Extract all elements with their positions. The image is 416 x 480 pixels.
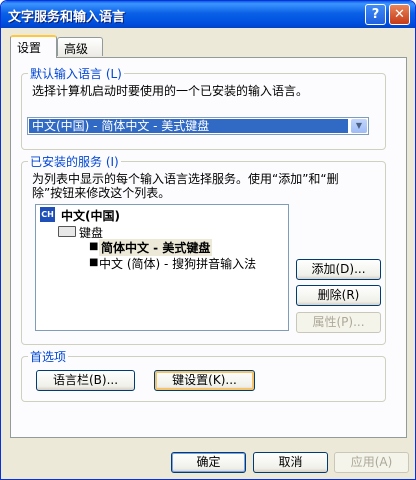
language-bar-button[interactable]: 语言栏(B)...: [36, 370, 135, 391]
default-language-selected-value: 中文(中国) - 简体中文 - 美式键盘: [29, 119, 348, 133]
installed-services-legend: 已安装的服务 (I): [30, 155, 119, 169]
dialog-window: 文字服务和输入语言 ? ✕ 设置 高级 默认输入语言 (L) 选择计算机启动时要…: [0, 0, 416, 480]
title-bar[interactable]: 文字服务和输入语言 ? ✕: [1, 1, 415, 28]
default-language-legend: 默认输入语言 (L): [30, 67, 122, 81]
window-title: 文字服务和输入语言: [8, 10, 126, 25]
help-button[interactable]: ?: [365, 4, 386, 25]
cancel-button[interactable]: 取消: [253, 452, 328, 473]
key-settings-button[interactable]: 键设置(K)...: [154, 370, 255, 391]
apply-button[interactable]: 应用(A): [334, 452, 409, 473]
tab-settings[interactable]: 设置: [10, 35, 57, 58]
preferences-legend: 首选项: [30, 350, 67, 364]
remove-service-button[interactable]: 删除(R): [296, 285, 381, 306]
bullet-icon: ■: [89, 241, 99, 252]
close-button[interactable]: ✕: [389, 4, 410, 25]
add-service-button[interactable]: 添加(D)...: [296, 259, 381, 280]
keyboard-icon: [58, 226, 76, 237]
chevron-down-icon[interactable]: ▼: [351, 119, 367, 133]
tree-language-item[interactable]: 中文(中国): [61, 207, 120, 224]
tree-service-item[interactable]: 中文 (简体) - 搜狗拼音输入法: [99, 255, 256, 272]
default-language-select[interactable]: 中文(中国) - 简体中文 - 美式键盘 ▼: [27, 117, 369, 135]
bullet-icon: ■: [89, 257, 99, 268]
default-language-group: 默认输入语言 (L): [21, 65, 386, 150]
properties-button[interactable]: 属性(P)...: [296, 312, 381, 333]
language-code-icon: CH: [40, 207, 55, 222]
ok-button[interactable]: 确定: [171, 452, 246, 473]
default-language-description: 选择计算机启动时要使用的一个已安装的输入语言。: [32, 84, 309, 98]
installed-services-description-line2: 除”按钮来修改这个列表。: [32, 186, 171, 200]
tab-advanced[interactable]: 高级: [57, 37, 103, 56]
tree-service-item[interactable]: 简体中文 - 美式键盘: [99, 239, 213, 256]
